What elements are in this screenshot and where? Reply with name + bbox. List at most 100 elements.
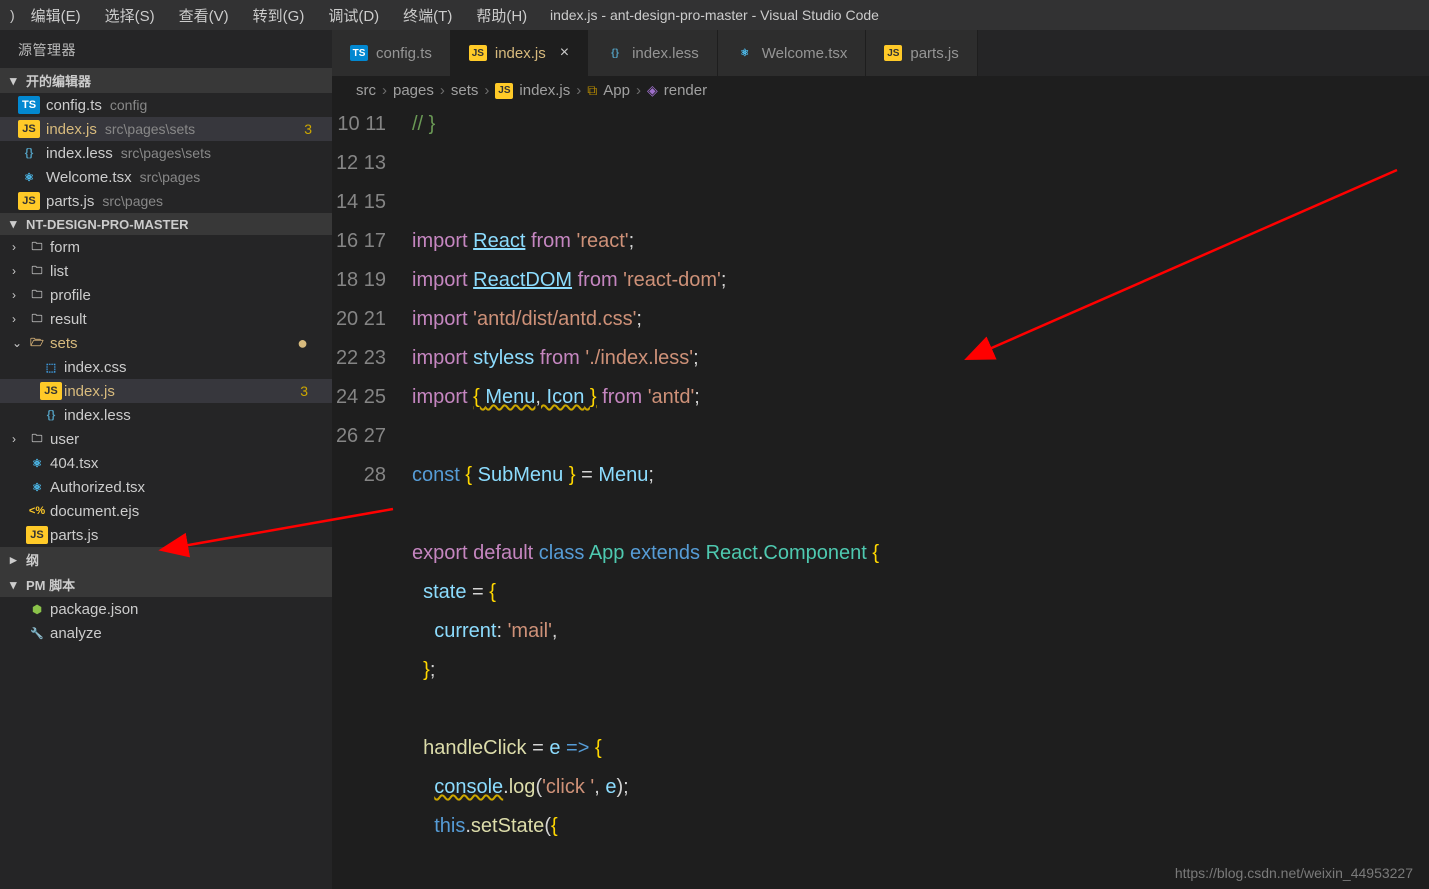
code-editor[interactable]: 10 11 12 13 14 15 16 17 18 19 20 21 22 2… [332, 105, 1429, 889]
folder-item[interactable]: ›🗀user [0, 427, 332, 451]
folder-icon: 🗀 [26, 262, 48, 280]
editor-tab[interactable]: ⚛Welcome.tsx [718, 30, 867, 76]
file-item[interactable]: <%document.ejs [0, 499, 332, 523]
file-name: index.js [46, 121, 97, 138]
project-header[interactable]: ▾ NT-DESIGN-PRO-MASTER [0, 213, 332, 235]
open-editor-item[interactable]: JSparts.jssrc\pages [0, 189, 332, 213]
sidebar: 源管理器 ▾ 开的编辑器 TSconfig.tsconfigJSindex.js… [0, 30, 332, 889]
close-icon[interactable]: × [560, 44, 569, 62]
open-editor-item[interactable]: JSindex.jssrc\pages\sets3 [0, 117, 332, 141]
problems-badge: 3 [300, 383, 322, 399]
npm-item-name: analyze [50, 625, 102, 642]
open-editor-item[interactable]: ⚛Welcome.tsxsrc\pages [0, 165, 332, 189]
outline-label: 纲 [26, 550, 39, 569]
symbol-class-icon: ⧉ [587, 82, 597, 99]
chevron-right-icon: › [440, 82, 445, 99]
chevron-right-icon: › [636, 82, 641, 99]
open-editors-list: TSconfig.tsconfig JS index.js src\pages\set… [0, 93, 332, 213]
js-icon: JS [26, 526, 48, 544]
npm-icon: ⬢ [26, 600, 48, 618]
item-name: profile [50, 287, 91, 304]
file-item[interactable]: JSindex.js 3 [0, 379, 332, 403]
ejs-icon: <% [26, 502, 48, 520]
breadcrumb-item[interactable]: pages [393, 82, 434, 99]
menu-item[interactable]: 查看(V) [167, 1, 241, 30]
chevron-right-icon: › [382, 82, 387, 99]
breadcrumb-item[interactable]: index.js [519, 82, 570, 99]
file-path: src\pages\sets [105, 121, 195, 137]
tab-name: parts.js [910, 45, 958, 62]
chevron-right-icon: › [12, 312, 26, 326]
file-item[interactable]: ⚛Authorized.tsx [0, 475, 332, 499]
folder-item[interactable]: ⌄🗁sets● [0, 331, 332, 355]
file-name: config.ts [46, 97, 102, 114]
line-gutter: 10 11 12 13 14 15 16 17 18 19 20 21 22 2… [332, 105, 412, 889]
symbol-method-icon: ◈ [647, 82, 658, 99]
file-item[interactable]: {}index.less [0, 403, 332, 427]
js-icon: JS [18, 192, 40, 210]
breadcrumb-item[interactable]: sets [451, 82, 479, 99]
item-name: user [50, 431, 79, 448]
npm-item[interactable]: 🔧analyze [0, 621, 332, 645]
less-icon: {} [40, 406, 62, 424]
menubar: ) 编辑(E)选择(S)查看(V)转到(G)调试(D)终端(T)帮助(H) in… [0, 0, 1429, 30]
file-item[interactable]: ⚛404.tsx [0, 451, 332, 475]
react-icon: ⚛ [18, 168, 40, 186]
menu-item[interactable]: 编辑(E) [19, 1, 93, 30]
project-tree: ›🗀form›🗀list›🗀profile›🗀result⌄🗁sets●⬚ind… [0, 235, 332, 547]
breadcrumbs[interactable]: src›pages›sets›JSindex.js›⧉App›◈render [332, 76, 1429, 105]
item-name: index.less [64, 407, 131, 424]
folder-item[interactable]: ›🗀form [0, 235, 332, 259]
tab-name: index.less [632, 45, 699, 62]
open-editor-item[interactable]: {}index.lesssrc\pages\sets [0, 141, 332, 165]
item-name: document.ejs [50, 503, 139, 520]
folder-item[interactable]: ›🗀profile [0, 283, 332, 307]
folder-icon: 🗀 [26, 430, 48, 448]
npm-header[interactable]: ▾ PM 脚本 [0, 572, 332, 597]
menu-item[interactable]: 选择(S) [93, 1, 167, 30]
open-editor-item[interactable]: TSconfig.tsconfig [0, 93, 332, 117]
chevron-down-icon: ▾ [10, 73, 26, 89]
editor-tab[interactable]: JSindex.js× [451, 30, 588, 76]
editor-tab[interactable]: JSparts.js [866, 30, 977, 76]
chevron-down-icon: ⌄ [12, 336, 26, 350]
chevron-right-icon: › [576, 82, 581, 99]
editor-tab[interactable]: {}index.less [588, 30, 718, 76]
folder-icon: 🗀 [26, 238, 48, 256]
chevron-right-icon: › [12, 264, 26, 278]
npm-item[interactable]: ⬢package.json [0, 597, 332, 621]
file-name: index.less [46, 145, 113, 162]
file-item[interactable]: ⬚index.css [0, 355, 332, 379]
menu-item[interactable]: 帮助(H) [464, 1, 539, 30]
css-icon: ⬚ [40, 358, 62, 376]
less-icon: {} [18, 144, 40, 162]
wrench-icon: 🔧 [26, 624, 48, 642]
react-icon: ⚛ [26, 478, 48, 496]
editor-tabs: TSconfig.tsJSindex.js×{}index.less⚛Welco… [332, 30, 1429, 76]
npm-item-name: package.json [50, 601, 138, 618]
item-name: index.js [64, 383, 115, 400]
chevron-right-icon: › [484, 82, 489, 99]
chevron-down-icon: ▾ [10, 577, 26, 593]
editor-area: TSconfig.tsJSindex.js×{}index.less⚛Welco… [332, 30, 1429, 889]
file-item[interactable]: JSparts.js [0, 523, 332, 547]
item-name: sets [50, 335, 78, 352]
folder-item[interactable]: ›🗀list [0, 259, 332, 283]
code-content[interactable]: // } import React from 'react'; import R… [412, 105, 1429, 889]
breadcrumb-item[interactable]: render [664, 82, 707, 99]
breadcrumb-item[interactable]: App [603, 82, 630, 99]
file-name: parts.js [46, 193, 94, 210]
editor-tab[interactable]: TSconfig.ts [332, 30, 451, 76]
folder-item[interactable]: ›🗀result [0, 307, 332, 331]
item-name: parts.js [50, 527, 98, 544]
open-editors-header[interactable]: ▾ 开的编辑器 [0, 68, 332, 93]
npm-label: PM 脚本 [26, 575, 75, 594]
chevron-right-icon: › [12, 240, 26, 254]
outline-header[interactable]: ▸ 纲 [0, 547, 332, 572]
menu-item[interactable]: 调试(D) [316, 1, 391, 30]
breadcrumb-item[interactable]: src [356, 82, 376, 99]
chevron-down-icon: ▾ [10, 216, 26, 232]
menu-item[interactable]: 转到(G) [241, 1, 317, 30]
menu-item[interactable]: 终端(T) [391, 1, 464, 30]
js-icon: JS [40, 382, 62, 400]
